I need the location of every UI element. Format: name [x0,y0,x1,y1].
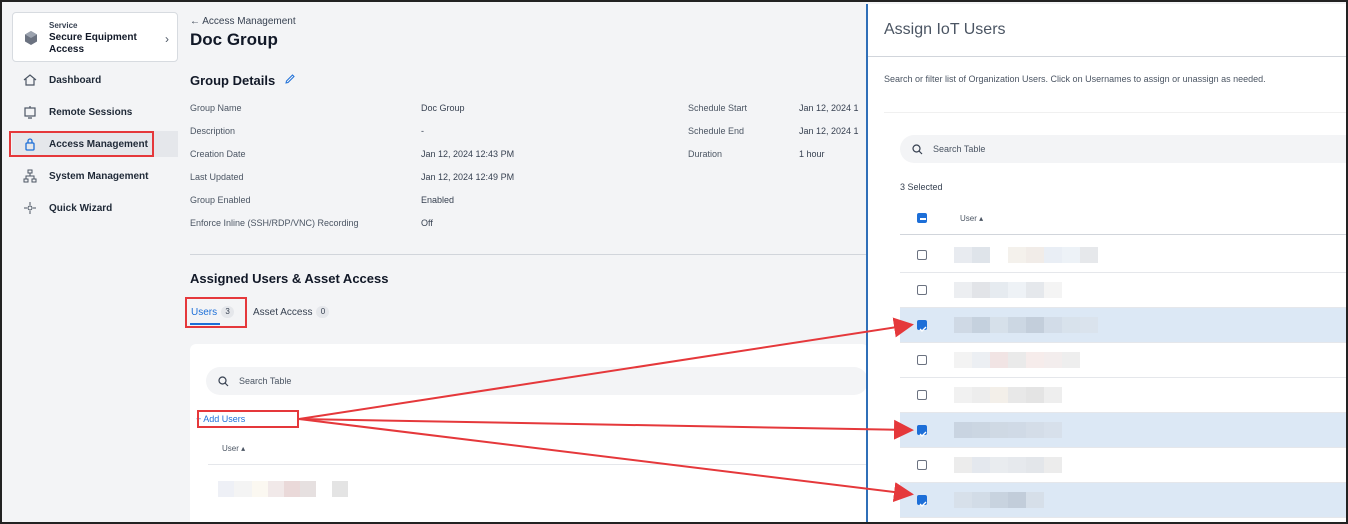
service-selector[interactable]: Service Secure Equipment Access › [12,12,178,62]
table-row[interactable] [900,308,1346,343]
tab-asset-access[interactable]: Asset Access 0 [253,306,330,318]
highlight-add-users [197,410,299,428]
row-checkbox[interactable] [917,250,927,260]
blurred-username [954,352,1080,368]
row-checkbox[interactable] [917,355,927,365]
assign-users-panel: Assign IoT Users Search or filter list o… [866,4,1346,522]
table-row[interactable] [900,378,1346,413]
blurred-username [954,247,1098,263]
detail-label: Creation Date [190,149,246,159]
service-name: Secure Equipment Access [49,32,137,55]
checkmark-icon [919,501,927,507]
sidebar-item-label: Quick Wizard [49,202,113,214]
sidebar-item-quick-wizard[interactable]: Quick Wizard [12,195,178,221]
network-icon [22,168,38,184]
checkmark-icon [919,431,927,437]
home-icon [22,72,38,88]
blurred-username [954,457,1062,473]
row-checkbox-checked[interactable] [917,495,927,507]
detail-value: Jan 12, 2024 12:49 PM [421,172,515,182]
wizard-icon [22,200,38,216]
sidebar-item-label: Remote Sessions [49,106,133,118]
page-title: Doc Group [190,30,278,49]
remote-session-icon [22,104,38,120]
sidebar-item-remote-sessions[interactable]: Remote Sessions [12,99,178,125]
detail-value: Enabled [421,195,455,205]
table-row[interactable] [900,238,1346,273]
blurred-username [954,492,1044,508]
panel-description: Search or filter list of Organization Us… [884,74,1266,84]
detail-value: Jan 12, 2024 12:43 PM [421,149,515,159]
search-placeholder: Search Table [239,376,292,386]
sidebar-item-label: Dashboard [49,74,102,86]
schedule-value: Jan 12, 2024 1 [799,103,859,113]
schedule-value: 1 hour [799,149,825,159]
detail-value: - [421,126,424,136]
table-row[interactable] [900,273,1346,308]
selected-count: 3 Selected [900,182,943,192]
tab-label: Asset Access [253,306,313,318]
group-details-title: Group Details [190,73,276,88]
detail-value: Doc Group [421,103,465,113]
detail-label: Last Updated [190,172,244,182]
blurred-username [954,317,1098,333]
sidebar-item-label: System Management [49,170,149,182]
sidebar-item-dashboard[interactable]: Dashboard [12,67,178,93]
panel-divider [868,56,1346,57]
detail-label: Enforce Inline (SSH/RDP/VNC) Recording [190,218,359,228]
row-checkbox[interactable] [917,285,927,295]
main-content: ← Access Management Doc Group Group Deta… [178,4,868,522]
blurred-username [954,282,1062,298]
row-checkbox-checked[interactable] [917,320,927,332]
panel-search-input[interactable]: Search Table [900,135,1346,163]
breadcrumb[interactable]: ← Access Management [190,16,296,27]
table-row[interactable] [900,448,1346,483]
highlight-users-tab [185,297,247,328]
detail-value: Off [421,218,433,228]
blurred-username [954,387,1062,403]
blurred-username [954,422,1062,438]
select-all-checkbox[interactable] [917,213,927,223]
blurred-username [218,481,348,497]
tab-count-badge: 0 [316,306,330,318]
detail-label: Group Enabled [190,195,251,205]
panel-user-column-header[interactable]: User ▴ [960,214,983,223]
schedule-label: Schedule End [688,126,745,136]
search-input[interactable]: Search Table [206,367,868,395]
panel-title: Assign IoT Users [884,21,1006,38]
detail-label: Description [190,126,236,136]
schedule-value: Jan 12, 2024 1 [799,126,859,136]
table-header-divider [900,234,1346,235]
screenshot-frame: Service Secure Equipment Access › Dashbo… [0,0,1348,524]
schedule-label: Duration [688,149,723,159]
chevron-right-icon: › [165,32,169,46]
service-hex-icon [25,31,37,45]
user-column-header[interactable]: User ▴ [222,444,245,453]
pencil-icon[interactable] [284,73,296,85]
highlight-access-management [9,131,154,157]
search-icon [218,375,229,387]
sidebar: Service Secure Equipment Access › Dashbo… [4,4,178,522]
table-row[interactable] [900,483,1346,518]
checkmark-icon [919,326,927,332]
sidebar-item-system-management[interactable]: System Management [12,163,178,189]
table-divider [208,464,868,465]
detail-label: Group Name [190,103,242,113]
row-checkbox-checked[interactable] [917,425,927,437]
assigned-title: Assigned Users & Asset Access [190,271,389,286]
search-icon [912,143,923,155]
table-row[interactable] [900,343,1346,378]
section-divider [190,254,868,255]
row-checkbox[interactable] [917,460,927,470]
schedule-label: Schedule Start [688,103,748,113]
table-row[interactable] [900,413,1346,448]
search-placeholder: Search Table [933,144,986,154]
service-label: Service [49,21,78,30]
row-checkbox[interactable] [917,390,927,400]
